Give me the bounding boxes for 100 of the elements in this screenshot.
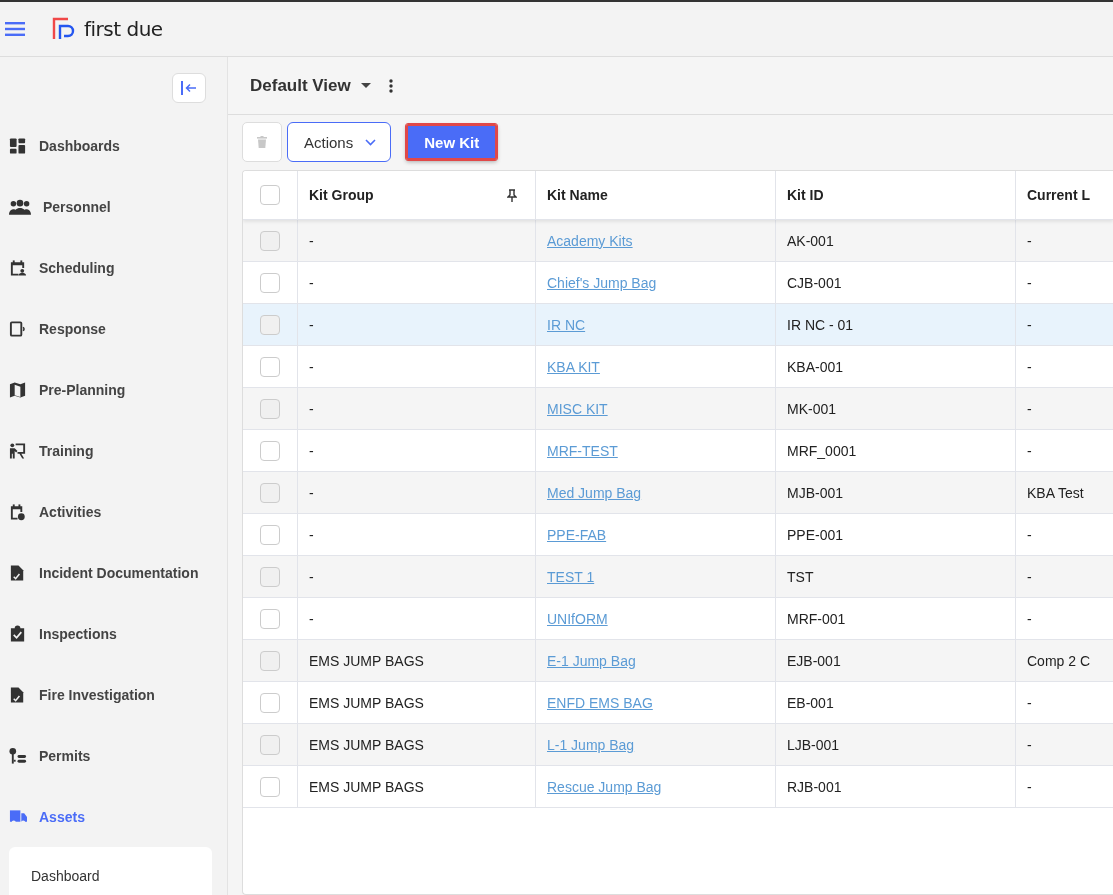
table-cell: LJB-001: [787, 736, 840, 753]
table-cell: -: [1027, 400, 1032, 417]
table-row[interactable]: EMS JUMP BAGS Rescue Jump Bag RJB-001 -: [243, 766, 1113, 808]
table-row[interactable]: EMS JUMP BAGS E-1 Jump Bag EJB-001 Comp 2 C: [243, 640, 1113, 682]
table-cell: -: [1027, 610, 1032, 627]
sidebar-item[interactable]: Activities: [0, 481, 227, 542]
sidebar-item[interactable]: Fire Investigation: [0, 664, 227, 725]
table-row[interactable]: EMS JUMP BAGS L-1 Jump Bag LJB-001 -: [243, 724, 1113, 766]
logo-icon: [52, 17, 76, 41]
pin-icon[interactable]: [507, 188, 517, 202]
table-cell: MRF_0001: [787, 442, 857, 459]
calendar-icon: [9, 258, 27, 277]
table-row[interactable]: - TEST 1 TST -: [243, 556, 1113, 598]
table-cell: -: [1027, 274, 1032, 291]
row-checkbox[interactable]: [260, 776, 280, 797]
column-header[interactable]: Kit Group: [298, 171, 536, 219]
column-header[interactable]: Current L: [1016, 171, 1113, 219]
table-cell: -: [309, 526, 314, 543]
sidebar-item[interactable]: Personnel: [0, 176, 227, 237]
menu-icon[interactable]: [5, 22, 25, 36]
actions-dropdown[interactable]: Actions: [287, 122, 392, 162]
table-cell: CJB-001: [787, 274, 842, 291]
clipboard-check-icon: [9, 624, 27, 643]
table-cell: MK-001: [787, 400, 837, 417]
row-checkbox[interactable]: [260, 230, 280, 251]
table-cell: TST: [787, 568, 814, 585]
table-cell: AK-001: [787, 232, 834, 249]
dashboards-icon: [9, 136, 27, 155]
row-checkbox[interactable]: [260, 398, 280, 419]
row-checkbox[interactable]: [260, 692, 280, 713]
collapse-sidebar-button[interactable]: [172, 73, 206, 103]
logo-text: first due: [84, 17, 163, 41]
sidebar-item[interactable]: Response: [0, 298, 227, 359]
table-row[interactable]: - IR NC IR NC - 01 -: [243, 304, 1113, 346]
row-checkbox[interactable]: [260, 356, 280, 377]
row-checkbox[interactable]: [260, 272, 280, 293]
more-options-icon[interactable]: [388, 78, 393, 93]
table-cell: EMS JUMP BAGS: [309, 694, 424, 711]
table-row[interactable]: - MRF-TEST MRF_0001 -: [243, 430, 1113, 472]
table-cell: -: [1027, 232, 1032, 249]
table-cell: PPE-001: [787, 526, 844, 543]
table-row[interactable]: - UNIfORM MRF-001 -: [243, 598, 1113, 640]
caret-icon[interactable]: [360, 82, 371, 89]
table-cell: -: [1027, 694, 1032, 711]
row-checkbox[interactable]: [260, 314, 280, 335]
people-icon: [9, 197, 31, 216]
table-cell: EB-001: [787, 694, 834, 711]
table-row[interactable]: EMS JUMP BAGS ENFD EMS BAG EB-001 -: [243, 682, 1113, 724]
row-checkbox[interactable]: [260, 440, 280, 461]
table-row[interactable]: - Chief's Jump Bag CJB-001 -: [243, 262, 1113, 304]
column-header[interactable]: Kit Name: [536, 171, 776, 219]
row-checkbox[interactable]: [260, 482, 280, 503]
sidebar-item[interactable]: Incident Documentation: [0, 542, 227, 603]
table-cell: RJB-001: [787, 778, 842, 795]
table-cell: -: [309, 358, 314, 375]
table-cell: -: [1027, 526, 1032, 543]
trash-icon: [257, 136, 267, 148]
new-kit-button[interactable]: New Kit: [406, 124, 498, 160]
table-cell: -: [309, 274, 314, 291]
table-cell: KBA-001: [787, 358, 844, 375]
table-cell: IR NC - 01: [787, 316, 854, 333]
table-cell: MJB-001: [787, 484, 844, 501]
sidebar-item[interactable]: Scheduling: [0, 237, 227, 298]
sidebar-item[interactable]: Permits: [0, 725, 227, 786]
row-checkbox[interactable]: [260, 608, 280, 629]
sidebar-item[interactable]: Dashboards: [0, 115, 227, 176]
table-cell: -: [309, 442, 314, 459]
select-all-checkbox[interactable]: [260, 185, 280, 205]
row-checkbox[interactable]: [260, 650, 280, 671]
sidebar-item[interactable]: Training: [0, 420, 227, 481]
phone-icon: [9, 319, 27, 338]
view-dropdown[interactable]: Default View: [250, 75, 351, 96]
table-cell: EJB-001: [787, 652, 841, 669]
sidebar-item[interactable]: Pre-Planning: [0, 359, 227, 420]
table-cell: KBA Test: [1027, 484, 1084, 501]
column-header[interactable]: Kit ID: [776, 171, 1016, 219]
table-cell: -: [1027, 358, 1032, 375]
row-checkbox[interactable]: [260, 524, 280, 545]
row-checkbox[interactable]: [260, 734, 280, 755]
table-cell: -: [1027, 442, 1032, 459]
sidebar-item[interactable]: Assets: [0, 786, 227, 847]
sidebar-item[interactable]: Inspections: [0, 603, 227, 664]
table-cell: -: [309, 568, 314, 585]
delete-button[interactable]: [242, 122, 282, 162]
table-cell: -: [1027, 316, 1032, 333]
table-row[interactable]: - Med Jump Bag MJB-001 KBA Test: [243, 472, 1113, 514]
table-cell: EMS JUMP BAGS: [309, 652, 424, 669]
table-cell: -: [1027, 778, 1032, 795]
map-icon: [9, 380, 27, 399]
table-cell: Comp 2 C: [1027, 652, 1091, 669]
table-row[interactable]: - Academy Kits AK-001 -: [243, 220, 1113, 262]
table-cell: -: [309, 610, 314, 627]
key-icon: [9, 746, 27, 765]
table-row[interactable]: - PPE-FAB PPE-001 -: [243, 514, 1113, 556]
table-row[interactable]: - KBA KIT KBA-001 -: [243, 346, 1113, 388]
table-cell: -: [1027, 568, 1032, 585]
row-checkbox[interactable]: [260, 566, 280, 587]
submenu-item[interactable]: Dashboard: [31, 868, 100, 884]
table-row[interactable]: - MISC KIT MK-001 -: [243, 388, 1113, 430]
table-cell: EMS JUMP BAGS: [309, 736, 424, 753]
